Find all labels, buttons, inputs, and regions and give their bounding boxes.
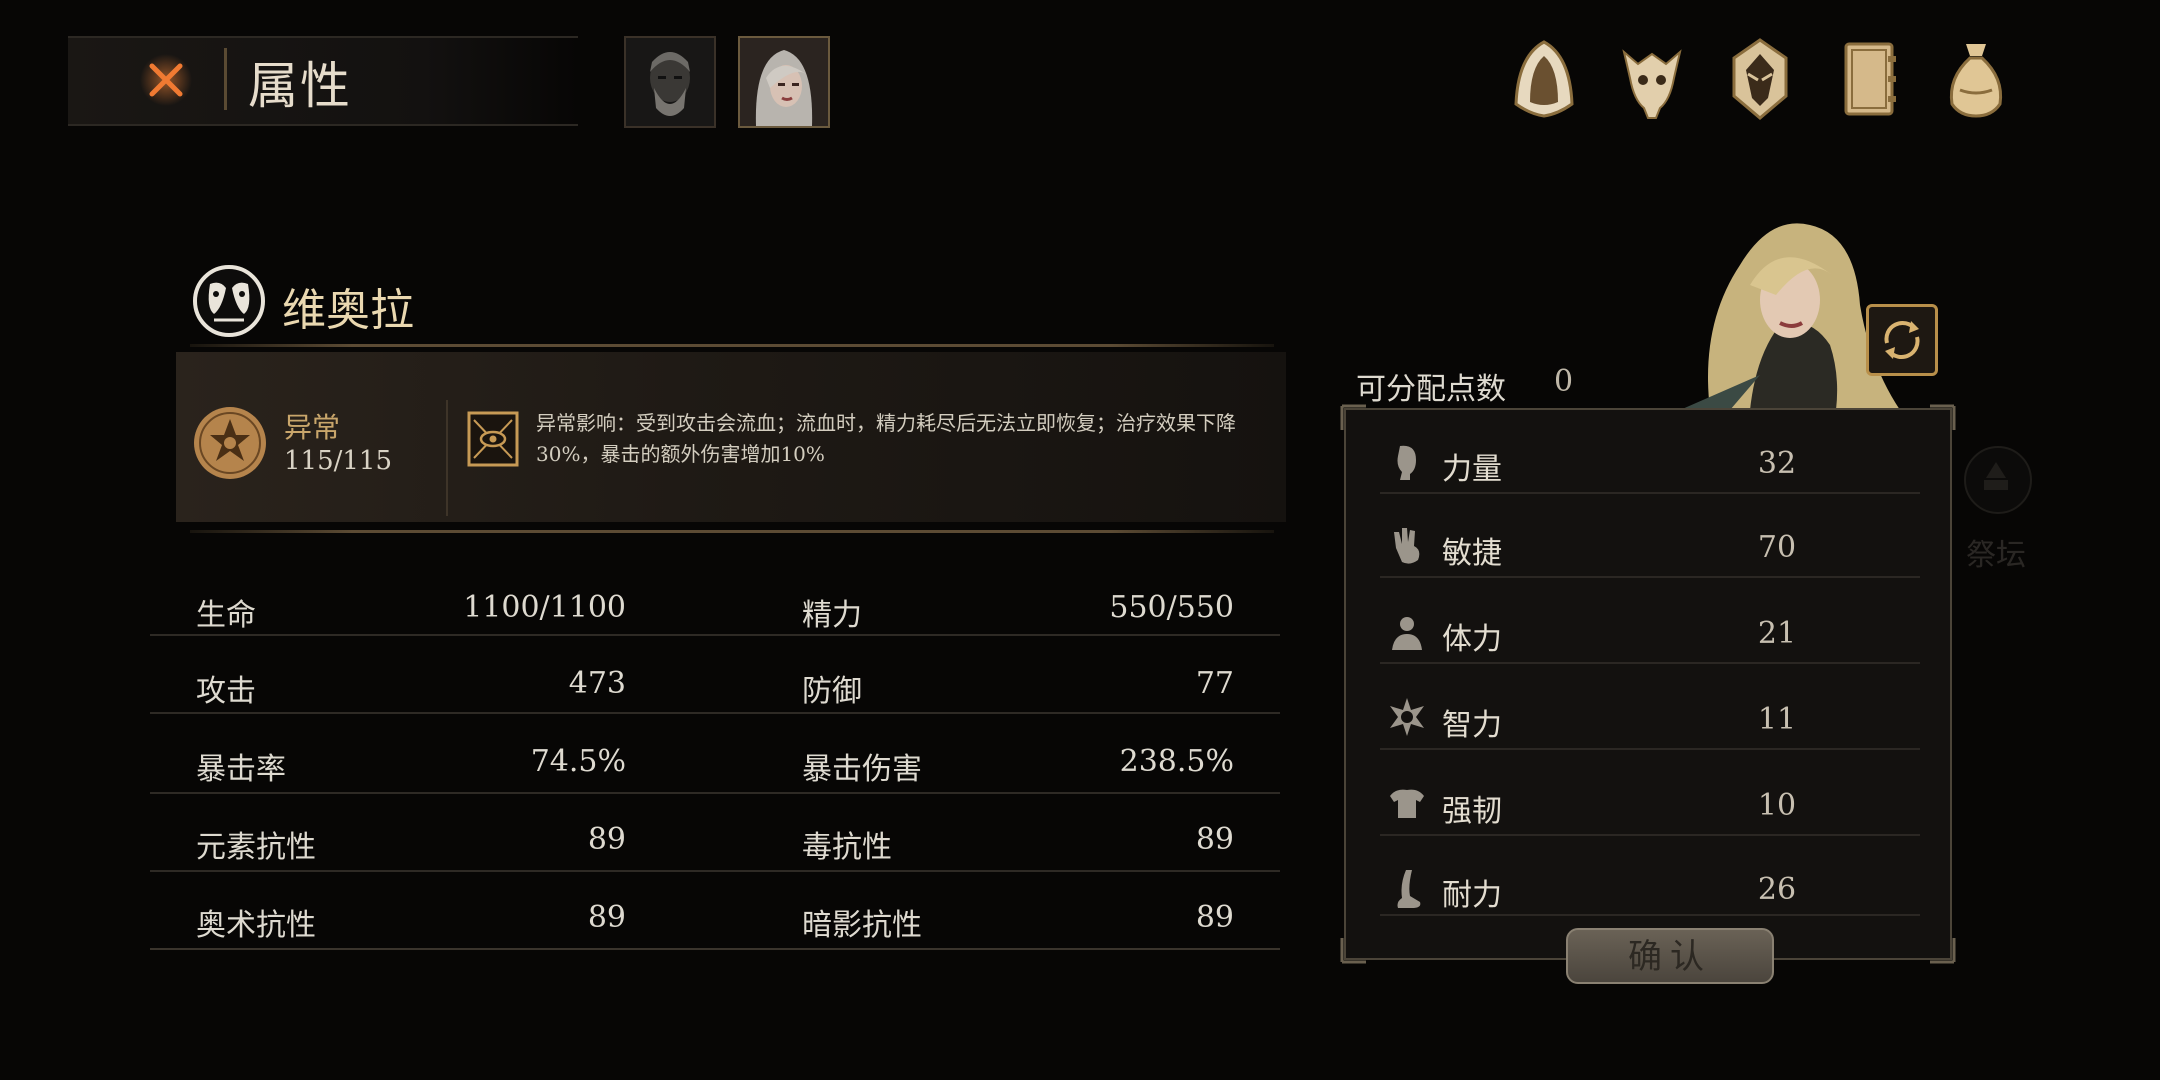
abnormal-label: 异常 xyxy=(284,411,341,444)
strength-head-icon xyxy=(1397,445,1416,480)
bleed-sigil-icon xyxy=(194,407,266,479)
attribute-label-agility: 敏捷 xyxy=(1442,536,1502,571)
agility-hand-icon xyxy=(1394,528,1420,564)
allocatable-points-value: 0 xyxy=(1554,364,1574,399)
title-divider xyxy=(224,48,227,110)
journal-icon xyxy=(1844,42,1896,116)
stat-label-crit-damage: 暴击伤害 xyxy=(802,752,922,787)
stat-value-shadow-res: 89 xyxy=(1195,900,1234,935)
attribute-value-agility: 70 xyxy=(1757,530,1797,565)
viola-portrait-icon xyxy=(740,38,828,126)
character-name: 维奥拉 xyxy=(282,285,414,336)
character-emblem xyxy=(192,264,266,338)
stat-value-stamina: 550/550 xyxy=(1109,590,1234,625)
attribute-icon-toughness xyxy=(1386,782,1428,824)
mask-menu-button[interactable] xyxy=(1720,34,1800,124)
tribal-mask-icon xyxy=(1732,38,1788,120)
stat-label-health: 生命 xyxy=(196,598,256,633)
attribute-row-divider xyxy=(1380,834,1920,836)
abnormal-description: 异常影响：受到攻击会流血；流血时，精力耗尽后无法立即恢复；治疗效果下降30%，暴… xyxy=(536,411,1236,466)
hood-icon xyxy=(1514,40,1574,118)
beast-skull-icon xyxy=(1622,49,1682,119)
attribute-icon-vitality xyxy=(1386,612,1428,654)
swap-character-button[interactable] xyxy=(1866,304,1938,376)
stat-label-poison-res: 毒抗性 xyxy=(802,830,892,865)
character-portrait-viola[interactable] xyxy=(738,36,830,128)
abnormal-divider xyxy=(190,530,1274,533)
stat-value-arcane-res: 89 xyxy=(587,900,626,935)
journal-menu-button[interactable] xyxy=(1828,34,1908,124)
endurance-leg-icon xyxy=(1397,870,1421,908)
stat-value-health: 1100/1100 xyxy=(463,590,626,625)
attribute-icon-agility xyxy=(1386,524,1428,566)
attribute-row-divider xyxy=(1380,914,1920,916)
stat-value-elemental-res: 89 xyxy=(587,822,626,857)
stat-label-crit-rate: 暴击率 xyxy=(196,752,286,787)
abnormal-emblem xyxy=(192,405,268,481)
attribute-label-toughness: 强韧 xyxy=(1442,794,1502,829)
stat-label-attack: 攻击 xyxy=(196,674,256,709)
stat-label-defense: 防御 xyxy=(802,674,862,709)
attribute-row-divider xyxy=(1380,662,1920,664)
stat-value-attack: 473 xyxy=(568,666,626,701)
attribute-value-toughness: 10 xyxy=(1757,788,1797,823)
stat-value-crit-rate: 74.5% xyxy=(530,744,626,779)
stat-label-arcane-res: 奥术抗性 xyxy=(196,908,316,943)
name-divider xyxy=(190,344,1274,347)
attribute-label-strength: 力量 xyxy=(1442,452,1502,487)
attribute-value-intellect: 11 xyxy=(1757,702,1797,737)
stat-value-poison-res: 89 xyxy=(1195,822,1234,857)
attribute-value-strength: 32 xyxy=(1757,446,1797,481)
attribute-icon-strength xyxy=(1386,440,1428,482)
abnormal-value: 115/115 xyxy=(284,446,393,476)
stat-table-bottom-border xyxy=(150,948,1280,950)
coin-bag-icon xyxy=(1949,44,2003,118)
vitality-body-icon xyxy=(1392,617,1422,650)
attribute-icon-endurance xyxy=(1386,868,1428,910)
allocatable-points-label: 可分配点数 xyxy=(1356,372,1506,407)
confirm-button[interactable]: 确认 xyxy=(1566,928,1774,984)
hood-menu-button[interactable] xyxy=(1504,34,1584,124)
panel-corner-ornaments xyxy=(1340,404,1956,964)
bag-menu-button[interactable] xyxy=(1936,34,2016,124)
close-x-icon xyxy=(140,54,192,106)
stat-value-crit-damage: 238.5% xyxy=(1119,744,1234,779)
stat-label-shadow-res: 暗影抗性 xyxy=(802,908,922,943)
beast-menu-button[interactable] xyxy=(1612,34,1692,124)
character-portrait-old-man[interactable] xyxy=(624,36,716,128)
attribute-label-intellect: 智力 xyxy=(1442,708,1502,743)
intellect-burst-icon xyxy=(1390,698,1424,736)
stat-label-elemental-res: 元素抗性 xyxy=(196,830,316,865)
toughness-torso-icon xyxy=(1390,789,1424,818)
close-button[interactable] xyxy=(130,52,202,108)
abnormal-effect-emblem xyxy=(466,410,520,468)
stat-label-stamina: 精力 xyxy=(802,598,862,633)
eye-sigil-icon xyxy=(467,411,519,467)
old-man-portrait-icon xyxy=(626,38,714,126)
attribute-row-divider xyxy=(1380,492,1920,494)
altar-label: 祭坛 xyxy=(1966,538,2026,573)
stat-row-divider xyxy=(150,792,1280,794)
attribute-label-endurance: 耐力 xyxy=(1442,878,1502,913)
attribute-value-endurance: 26 xyxy=(1757,872,1797,907)
altar-button[interactable] xyxy=(1964,446,2032,514)
attribute-row-divider xyxy=(1380,748,1920,750)
twin-masks-emblem-icon xyxy=(193,265,265,337)
attribute-row-divider xyxy=(1380,576,1920,578)
stat-row-divider xyxy=(150,634,1280,636)
attribute-icon-intellect xyxy=(1386,696,1428,738)
stat-row-divider xyxy=(150,870,1280,872)
page-title: 属性 xyxy=(248,57,352,115)
stat-row-divider xyxy=(150,712,1280,714)
attribute-value-vitality: 21 xyxy=(1757,616,1797,651)
swap-arrows-icon xyxy=(1884,321,1920,359)
abnormal-separator xyxy=(446,400,448,516)
attribute-label-vitality: 体力 xyxy=(1442,622,1502,657)
altar-icon xyxy=(1984,462,2008,490)
stat-value-defense: 77 xyxy=(1195,666,1234,701)
